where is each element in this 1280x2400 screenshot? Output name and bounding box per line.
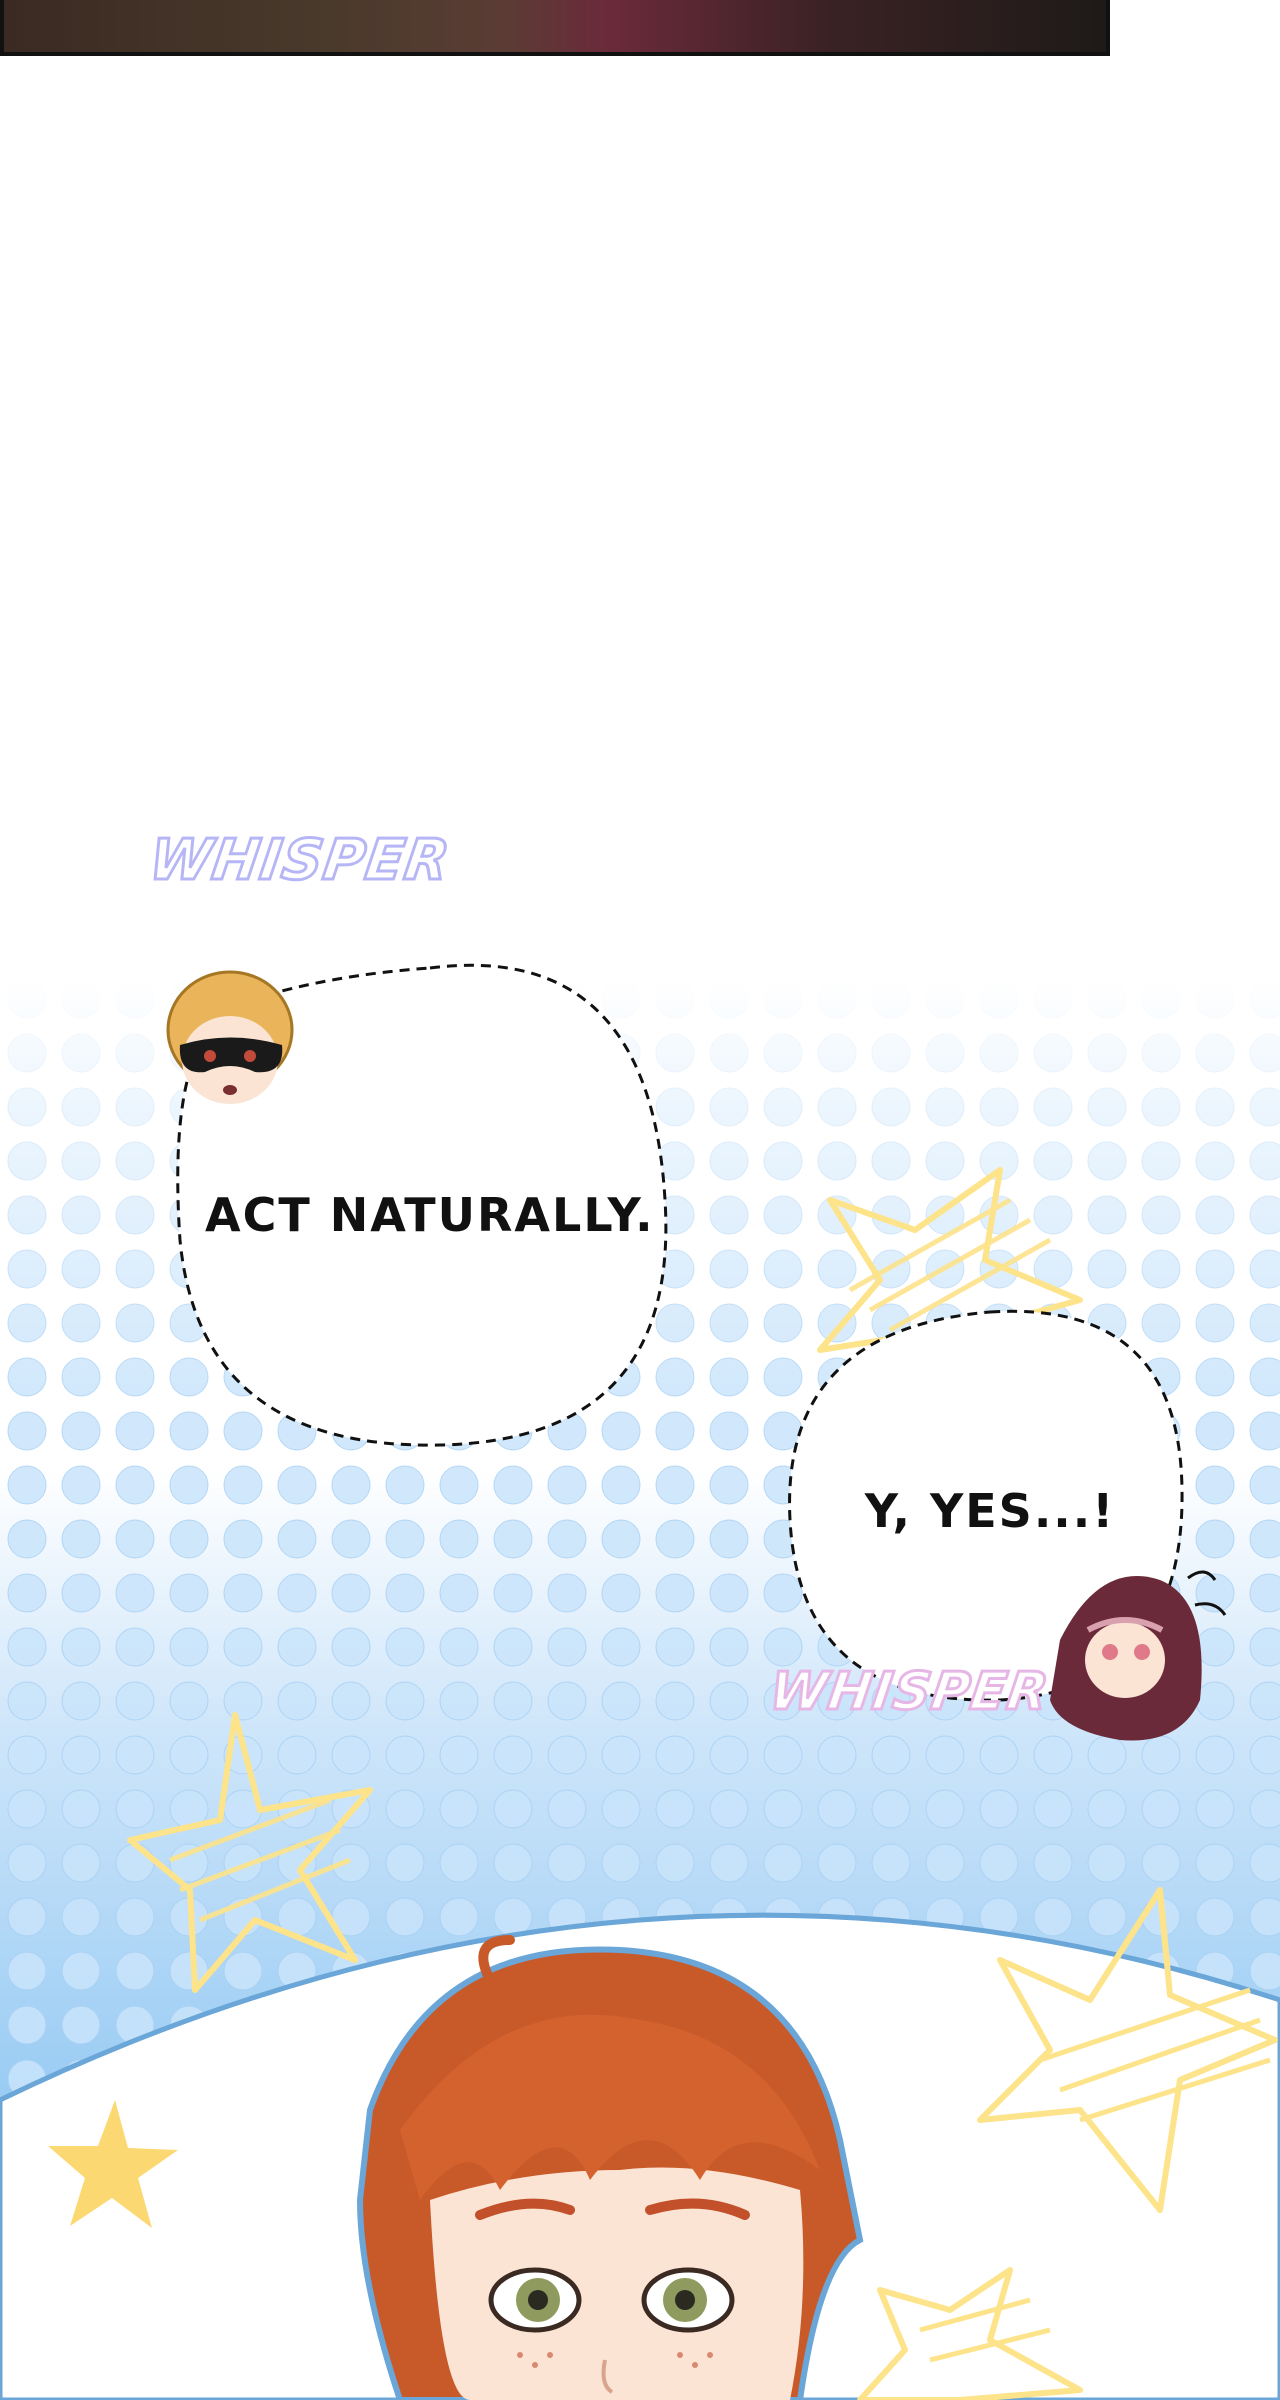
bubble-1-text: ACT NATURALLY. <box>205 1188 655 1242</box>
sfx-whisper-1: WHISPER <box>144 827 455 895</box>
bubble-2-text: Y, YES...! <box>864 1484 1116 1538</box>
sfx-whisper-2: WHISPER <box>764 1661 1054 1724</box>
previous-panel-edge <box>0 0 1110 56</box>
